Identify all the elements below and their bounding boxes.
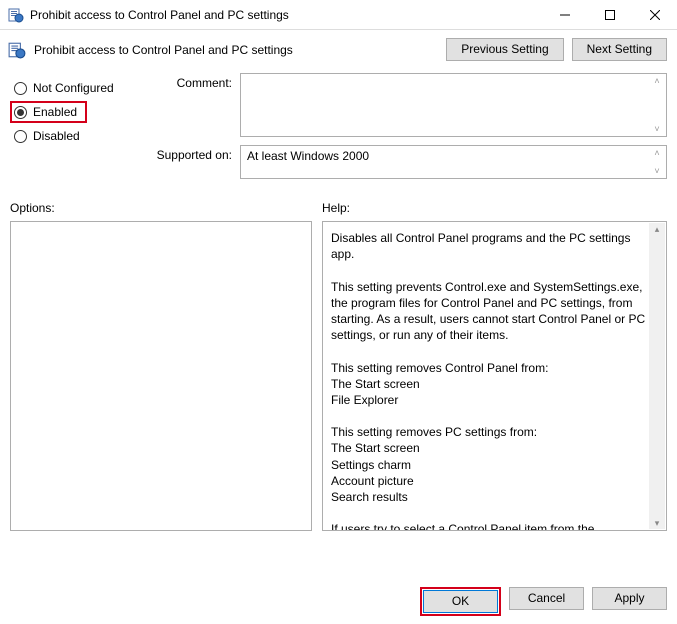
options-pane — [10, 221, 312, 531]
radio-icon — [14, 82, 27, 95]
radio-not-configured[interactable]: Not Configured — [10, 77, 140, 99]
radio-label: Enabled — [33, 105, 77, 119]
policy-icon — [8, 41, 26, 59]
options-label: Options: — [10, 201, 312, 215]
radio-label: Not Configured — [33, 81, 114, 95]
next-setting-button[interactable]: Next Setting — [572, 38, 667, 61]
help-label: Help: — [322, 201, 350, 215]
ok-button[interactable]: OK — [423, 590, 498, 613]
scroll-arrows: ˄˅ — [650, 76, 664, 134]
cancel-button[interactable]: Cancel — [509, 587, 584, 610]
comment-label: Comment: — [150, 73, 232, 137]
radio-disabled[interactable]: Disabled — [10, 125, 140, 147]
apply-button[interactable]: Apply — [592, 587, 667, 610]
minimize-button[interactable] — [542, 0, 587, 29]
supported-value: At least Windows 2000 — [247, 149, 369, 163]
titlebar: Prohibit access to Control Panel and PC … — [0, 0, 677, 30]
previous-setting-button[interactable]: Previous Setting — [446, 38, 563, 61]
close-button[interactable] — [632, 0, 677, 29]
scroll-arrows: ˄˅ — [650, 148, 664, 176]
supported-label: Supported on: — [150, 145, 232, 179]
policy-title: Prohibit access to Control Panel and PC … — [34, 43, 438, 57]
window-title: Prohibit access to Control Panel and PC … — [30, 8, 542, 22]
dialog-footer: OK Cancel Apply — [420, 587, 667, 616]
radio-label: Disabled — [33, 129, 80, 143]
comment-input[interactable]: ˄˅ — [240, 73, 667, 137]
help-text: Disables all Control Panel programs and … — [331, 231, 649, 531]
window-controls — [542, 0, 677, 29]
supported-on-box: At least Windows 2000 ˄˅ — [240, 145, 667, 179]
ok-highlight: OK — [420, 587, 501, 616]
scrollbar[interactable]: ▴▾ — [649, 223, 665, 529]
help-pane[interactable]: Disables all Control Panel programs and … — [322, 221, 667, 531]
radio-icon — [14, 130, 27, 143]
radio-icon — [14, 106, 27, 119]
header-row: Prohibit access to Control Panel and PC … — [0, 30, 677, 73]
policy-icon — [8, 7, 24, 23]
radio-enabled[interactable]: Enabled — [10, 101, 87, 123]
state-radio-group: Not Configured Enabled Disabled — [10, 73, 140, 187]
maximize-button[interactable] — [587, 0, 632, 29]
